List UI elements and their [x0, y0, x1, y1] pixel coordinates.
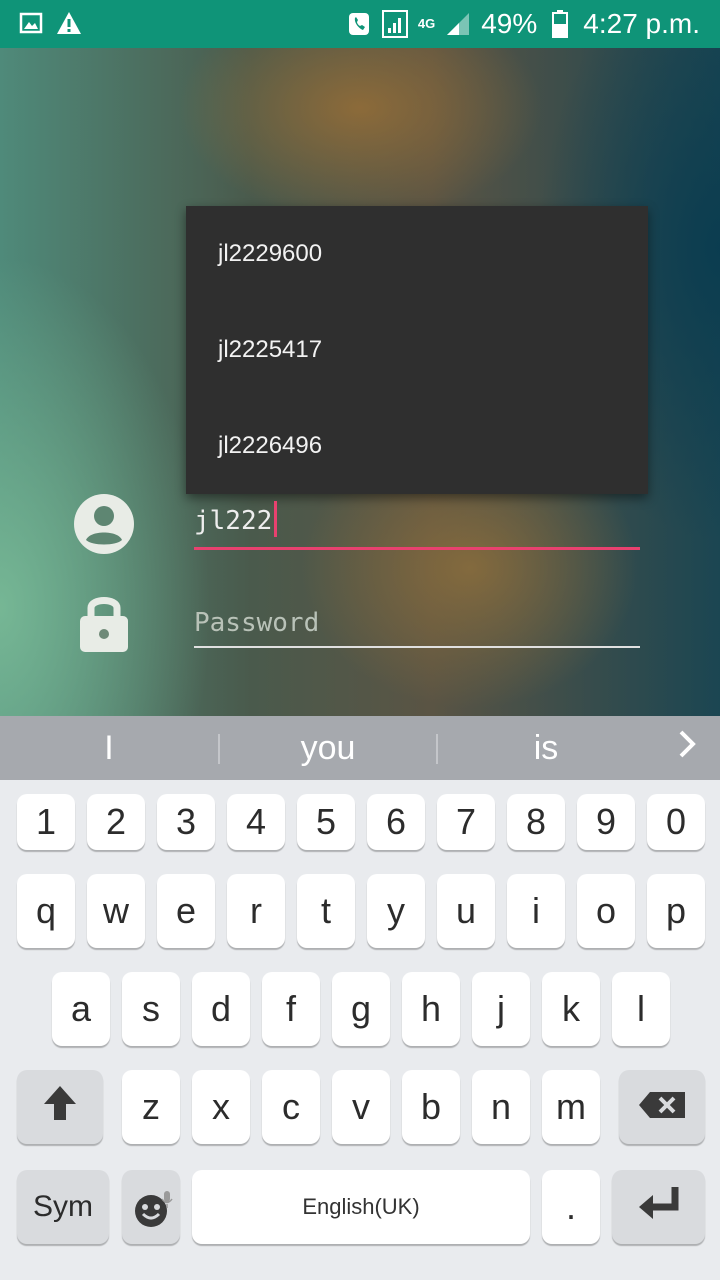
key-u[interactable]: u [437, 874, 495, 948]
key-x[interactable]: x [192, 1070, 250, 1144]
expand-suggestions-button[interactable] [654, 716, 720, 780]
space-key[interactable]: English(UK) [192, 1170, 530, 1244]
password-input[interactable]: Password [194, 602, 640, 648]
signal-sim1-icon [381, 10, 408, 38]
key-k[interactable]: k [542, 972, 600, 1046]
key-e[interactable]: e [157, 874, 215, 948]
emoji-voice-key[interactable] [122, 1170, 180, 1244]
key-p[interactable]: p [647, 874, 705, 948]
suggestion-item[interactable]: you [220, 716, 436, 780]
key-i[interactable]: i [507, 874, 565, 948]
clock: 4:27 p.m. [583, 8, 700, 39]
username-input[interactable]: jl222 [194, 500, 640, 550]
password-placeholder: Password [194, 608, 320, 638]
status-bar: 4G 49% 4:27 p.m. [0, 0, 720, 48]
enter-key[interactable] [612, 1170, 705, 1244]
battery-percent: 49% [481, 8, 538, 39]
period-key[interactable]: . [542, 1170, 600, 1244]
key-f[interactable]: f [262, 972, 320, 1046]
call-icon [346, 11, 372, 37]
key-4[interactable]: 4 [227, 794, 285, 850]
autocomplete-item[interactable]: jl2229600 [186, 206, 648, 302]
key-w[interactable]: w [87, 874, 145, 948]
key-a[interactable]: a [52, 972, 110, 1046]
key-c[interactable]: c [262, 1070, 320, 1144]
key-y[interactable]: y [367, 874, 425, 948]
keyboard: 1 2 3 4 5 6 7 8 9 0 q w e r t y u i o p … [0, 780, 720, 1280]
key-h[interactable]: h [402, 972, 460, 1046]
key-6[interactable]: 6 [367, 794, 425, 850]
key-z[interactable]: z [122, 1070, 180, 1144]
warning-icon [56, 10, 82, 36]
username-value: jl222 [194, 506, 273, 536]
key-1[interactable]: 1 [17, 794, 75, 850]
backspace-icon [638, 1086, 686, 1128]
lock-icon [78, 590, 130, 654]
shift-key[interactable] [17, 1070, 103, 1144]
user-icon [74, 494, 134, 554]
suggestion-item[interactable]: I [0, 716, 218, 780]
key-d[interactable]: d [192, 972, 250, 1046]
key-5[interactable]: 5 [297, 794, 355, 850]
network-type-label: 4G [417, 16, 436, 31]
key-o[interactable]: o [577, 874, 635, 948]
key-9[interactable]: 9 [577, 794, 635, 850]
username-autocomplete-dropdown: jl2229600 jl2225417 jl2226496 [186, 206, 648, 494]
text-cursor [274, 501, 278, 537]
gallery-icon [18, 10, 44, 36]
key-2[interactable]: 2 [87, 794, 145, 850]
battery-icon [547, 10, 573, 38]
chevron-right-icon [677, 729, 697, 768]
key-j[interactable]: j [472, 972, 530, 1046]
suggestion-item[interactable]: is [438, 716, 654, 780]
key-7[interactable]: 7 [437, 794, 495, 850]
autocomplete-item[interactable]: jl2225417 [186, 302, 648, 398]
autocomplete-item[interactable]: jl2226496 [186, 398, 648, 494]
key-t[interactable]: t [297, 874, 355, 948]
enter-arrow-icon [637, 1185, 681, 1230]
shift-arrow-icon [42, 1084, 78, 1131]
key-0[interactable]: 0 [647, 794, 705, 850]
key-b[interactable]: b [402, 1070, 460, 1144]
backspace-key[interactable] [619, 1070, 705, 1144]
microphone-icon [161, 1176, 173, 1218]
keyboard-suggestion-bar: I you is [0, 716, 720, 780]
key-m[interactable]: m [542, 1070, 600, 1144]
key-v[interactable]: v [332, 1070, 390, 1144]
sym-key[interactable]: Sym [17, 1170, 109, 1244]
key-l[interactable]: l [612, 972, 670, 1046]
key-r[interactable]: r [227, 874, 285, 948]
key-g[interactable]: g [332, 972, 390, 1046]
key-q[interactable]: q [17, 874, 75, 948]
signal-4g-icon [445, 11, 471, 37]
key-n[interactable]: n [472, 1070, 530, 1144]
key-3[interactable]: 3 [157, 794, 215, 850]
key-s[interactable]: s [122, 972, 180, 1046]
key-8[interactable]: 8 [507, 794, 565, 850]
